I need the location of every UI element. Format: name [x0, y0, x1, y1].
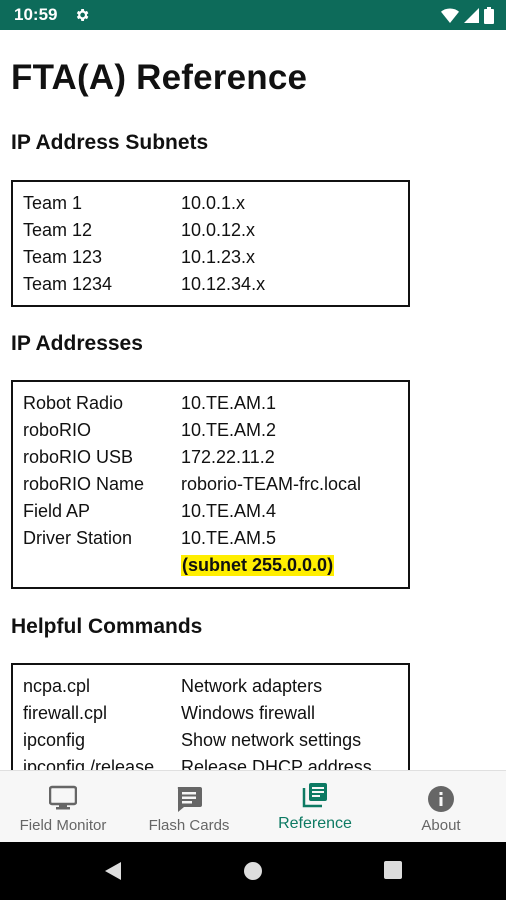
subnet-mask-note: (subnet 255.0.0.0) — [181, 555, 335, 576]
status-time: 10:59 — [14, 5, 58, 24]
addresses-card: Robot Radio 10.TE.AM.1 roboRIO 10.TE.AM.2 … — [11, 380, 410, 589]
page-title: FTA(A) Reference — [11, 58, 308, 97]
nav-label: Flash Cards — [148, 817, 230, 834]
section-title-commands: Helpful Commands — [11, 615, 203, 638]
nav-about[interactable]: About — [378, 771, 504, 843]
nav-flash-cards[interactable]: Flash Cards — [126, 771, 252, 843]
system-navigation-bar — [0, 842, 506, 900]
status-bar: 10:59 — [0, 0, 506, 30]
info-icon — [428, 786, 454, 812]
signal-icon — [464, 8, 479, 23]
wifi-icon — [441, 8, 459, 23]
section-title-subnets: IP Address Subnets — [11, 131, 209, 154]
nav-field-monitor[interactable]: Field Monitor — [0, 771, 126, 843]
nav-reference[interactable]: Reference — [252, 771, 378, 843]
battery-icon — [484, 7, 494, 24]
subnets-card: Team 1 10.0.1.x Team 12 10.0.12.x Team 123… — [11, 180, 410, 307]
reference-icon — [302, 783, 327, 808]
flash-cards-icon — [177, 787, 202, 812]
back-icon[interactable] — [103, 861, 123, 881]
bottom-navigation: Field Monitor Flash Cards Reference Abou… — [0, 770, 506, 842]
monitor-icon — [49, 785, 77, 810]
recents-icon[interactable] — [384, 861, 402, 879]
section-title-addresses: IP Addresses — [11, 332, 143, 355]
nav-label: About — [421, 817, 461, 834]
reference-content[interactable]: FTA(A) Reference IP Address Subnets Team… — [0, 30, 506, 770]
settings-icon — [76, 9, 89, 21]
commands-card: ncpa.cpl Network adapters firewall.cpl Win… — [11, 663, 410, 770]
nav-label: Reference — [278, 815, 352, 832]
nav-label: Field Monitor — [19, 817, 107, 834]
home-icon[interactable] — [243, 861, 263, 881]
